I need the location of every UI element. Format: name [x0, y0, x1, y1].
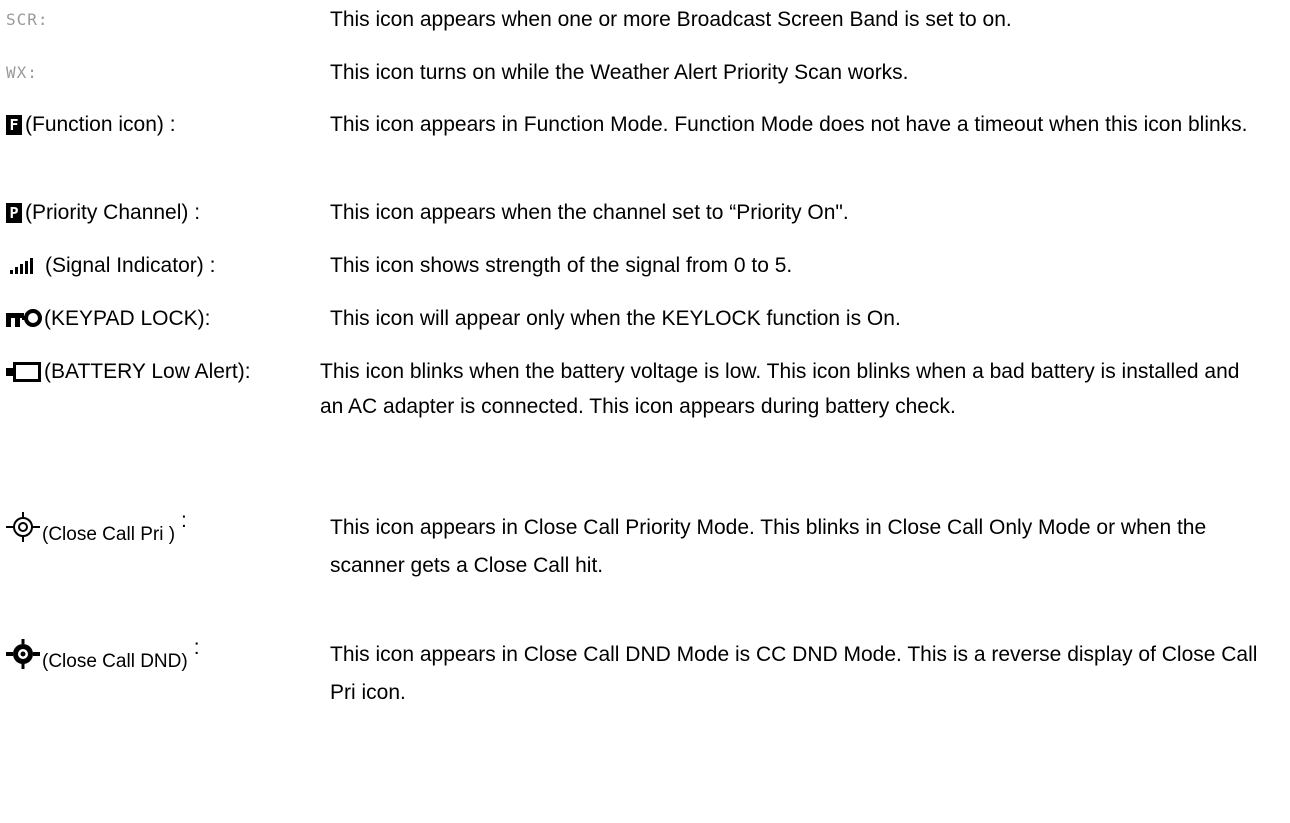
term-priority: P (Priority Channel) :: [6, 195, 200, 230]
description-function: This icon appears in Function Mode. Func…: [330, 113, 1248, 136]
description-scr: This icon appears when one or more Broad…: [330, 8, 1012, 31]
scr-lcd-label: SCR:: [6, 10, 49, 29]
term-battery-low: (BATTERY Low Alert):: [6, 354, 251, 389]
term-wx: WX:: [6, 55, 38, 90]
term-close-call-pri-label: (Close Call Pri ): [42, 524, 176, 545]
description-signal: This icon shows strength of the signal f…: [330, 254, 793, 277]
battery-low-icon: [6, 361, 41, 382]
term-scr: SCR:: [6, 2, 49, 37]
term-close-call-pri: (Close Call Pri ) :: [6, 509, 187, 545]
description-close-call-dnd: This icon appears in Close Call DND Mode…: [330, 643, 1258, 704]
term-close-call-pri-colon: :: [181, 509, 187, 532]
priority-icon: P: [6, 202, 22, 223]
description-keypad-lock: This icon will appear only when the KEYL…: [330, 307, 901, 330]
term-battery-low-label: (BATTERY Low Alert):: [44, 360, 251, 383]
description-close-call-pri: This icon appears in Close Call Priority…: [330, 516, 1207, 577]
term-close-call-dnd-colon: :: [193, 636, 200, 659]
term-close-call-dnd: (Close Call DND) :: [6, 636, 200, 672]
key-lock-icon: [6, 308, 42, 327]
signal-bars-icon: [10, 257, 33, 274]
close-call-icon: [6, 511, 40, 542]
close-call-dnd-icon: [6, 638, 40, 669]
description-battery-low-text: This icon blinks when the battery voltag…: [320, 360, 1240, 418]
function-icon: F: [6, 114, 22, 135]
term-priority-label: (Priority Channel) :: [25, 201, 201, 224]
term-signal: (Signal Indicator) :: [6, 248, 215, 283]
term-function-label: (Function icon) :: [25, 113, 176, 136]
description-wx: This icon turns on while the Weather Ale…: [330, 61, 909, 84]
term-signal-label: (Signal Indicator) :: [45, 254, 216, 277]
wx-lcd-label: WX:: [6, 63, 38, 82]
term-keypad-lock-label: (KEYPAD LOCK):: [44, 307, 211, 330]
term-function: F (Function icon) :: [6, 107, 176, 142]
term-close-call-dnd-label: (Close Call DND): [42, 651, 188, 672]
term-keypad-lock: (KEYPAD LOCK):: [6, 301, 210, 336]
description-priority: This icon appears when the channel set t…: [330, 201, 849, 224]
